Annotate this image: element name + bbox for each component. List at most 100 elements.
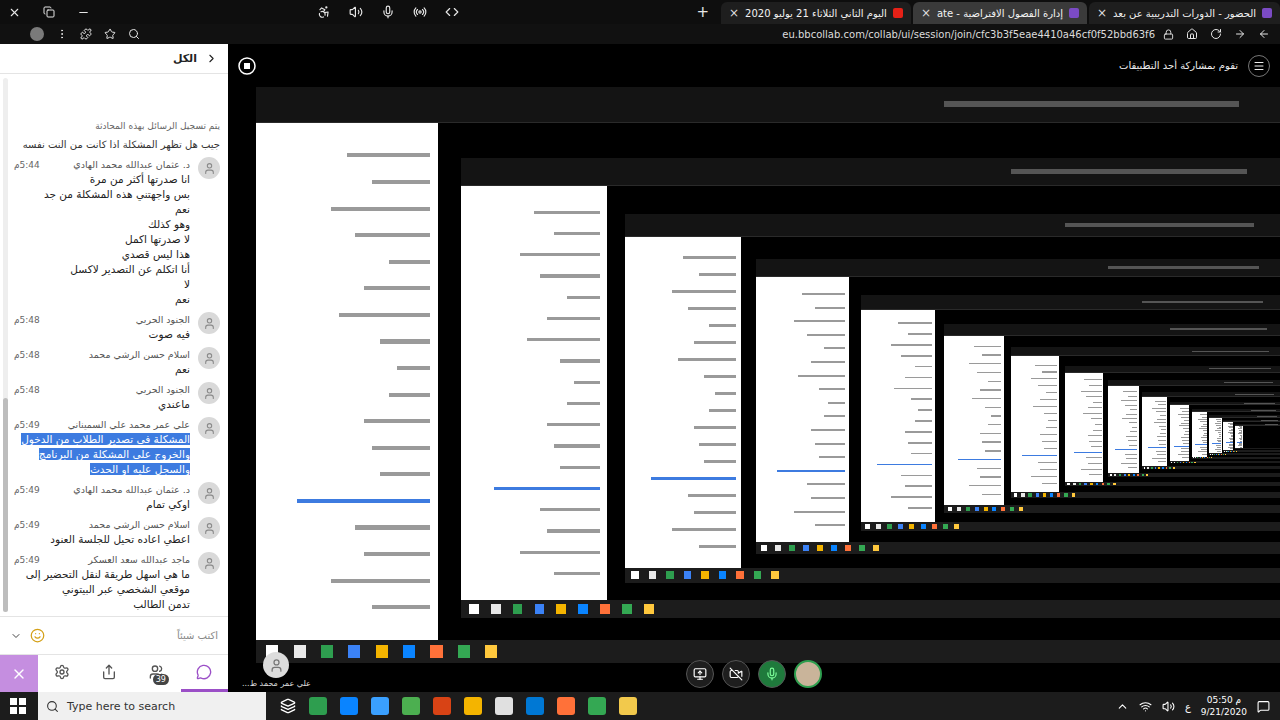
taskbar: Type here to search ع 05:50 م9/21/2020 — [0, 692, 1280, 720]
reload-icon[interactable] — [1210, 28, 1222, 40]
app-icon[interactable] — [433, 697, 451, 715]
settings-tab[interactable] — [38, 655, 86, 692]
shared-chat-panel — [461, 186, 607, 600]
browser-tab[interactable]: إدارة الفصول الافتراضية - ate× — [913, 2, 1087, 24]
close-panel-button[interactable] — [0, 655, 38, 692]
url-field[interactable]: eu.bbcollab.com/collab/ui/session/join/c… — [782, 29, 1155, 40]
gear-icon[interactable] — [54, 664, 70, 680]
message-text: لا صدرتها اكمل — [14, 232, 190, 247]
shared-chat-panel — [256, 123, 438, 640]
tab-close-button[interactable]: × — [1097, 6, 1107, 20]
shared-content — [228, 87, 1280, 692]
bookmark-star-icon[interactable] — [104, 28, 116, 40]
app-icon[interactable] — [340, 697, 358, 715]
tray-chevron-icon[interactable] — [1116, 700, 1129, 713]
windows-logo-icon[interactable] — [10, 698, 26, 714]
language-indicator[interactable]: ع — [1185, 701, 1191, 712]
shared-browser-bar — [1011, 347, 1279, 356]
task-view-icon[interactable] — [280, 698, 296, 714]
tab-close-button[interactable]: × — [921, 6, 931, 20]
app-icon[interactable] — [495, 697, 513, 715]
app-icon[interactable] — [588, 697, 606, 715]
message-author: ماجد عبدالله سعد العسكر — [88, 552, 190, 567]
attendees-tab[interactable]: 39 — [133, 655, 181, 692]
app-icon[interactable] — [371, 697, 389, 715]
app-icon[interactable] — [402, 697, 420, 715]
avatar-icon — [198, 312, 220, 334]
camera-off-icon[interactable] — [729, 667, 743, 681]
close-window-icon[interactable] — [8, 6, 21, 19]
share-screen-icon[interactable] — [693, 667, 707, 681]
session-menu-button[interactable] — [1248, 55, 1270, 77]
chat-panel: الكليتم تسجيل الرسائل بهذه المحادثةجيب ه… — [0, 44, 228, 692]
shared-screen — [1065, 366, 1280, 487]
shared-browser-bar — [256, 87, 1280, 123]
shared-screen — [625, 214, 1280, 583]
dropdown-icon[interactable] — [10, 630, 22, 642]
chat-tab[interactable] — [181, 655, 229, 692]
shared-screen — [1209, 415, 1279, 455]
code-icon[interactable] — [445, 5, 459, 19]
tab-close-button[interactable]: × — [729, 6, 739, 20]
profile-icon[interactable] — [30, 27, 44, 41]
stop-share-icon[interactable] — [238, 57, 256, 75]
chat-bubble-icon[interactable] — [196, 664, 212, 680]
share-content-button[interactable] — [686, 660, 714, 688]
shared-chat-panel — [1170, 405, 1190, 461]
message-time: 5:49م — [14, 555, 40, 565]
notifications-icon[interactable] — [1257, 700, 1270, 713]
microphone-icon[interactable] — [381, 5, 395, 19]
session-controls — [686, 660, 822, 688]
shared-taskbar — [461, 600, 1280, 618]
microphone-button[interactable] — [758, 660, 786, 688]
shared-taskbar — [861, 522, 1280, 531]
minimize-window-icon[interactable] — [77, 6, 90, 19]
shared-taskbar — [1065, 482, 1280, 487]
camera-button[interactable] — [722, 660, 750, 688]
shared-chat-panel — [756, 277, 849, 542]
close-icon[interactable] — [11, 666, 27, 682]
avatar-icon — [198, 382, 220, 404]
back-chevron-icon[interactable] — [205, 52, 218, 65]
volume-icon[interactable] — [1162, 700, 1175, 713]
network-icon[interactable] — [1139, 700, 1152, 713]
taskbar-search[interactable]: Type here to search — [38, 692, 266, 720]
shared-taskbar — [1209, 453, 1279, 455]
browser-tab[interactable]: الحضور - الدورات التدريبية عن بعد× — [1089, 2, 1280, 24]
message-author: د. عثمان عبدالله محمد الهادي — [73, 157, 190, 172]
my-status-avatar-icon[interactable] — [794, 660, 822, 688]
home-icon[interactable] — [1186, 28, 1198, 40]
search-icon[interactable] — [128, 28, 140, 40]
emoji-icon[interactable] — [30, 628, 45, 643]
shared-screen — [1108, 380, 1280, 477]
new-tab-button[interactable]: + — [686, 3, 719, 21]
restore-window-icon[interactable] — [43, 6, 55, 18]
share-icon[interactable] — [101, 664, 117, 680]
reader-icon[interactable] — [317, 5, 331, 19]
shared-chat-panel — [1142, 397, 1166, 466]
app-icon[interactable] — [464, 697, 482, 715]
message-text: اوكي تمام — [14, 497, 190, 512]
shared-taskbar — [944, 505, 1280, 513]
menu-icon[interactable] — [1253, 60, 1265, 72]
address-row: eu.bbcollab.com/collab/ui/session/join/c… — [0, 24, 1280, 44]
scrollbar[interactable] — [3, 78, 8, 612]
clock[interactable]: 05:50 م9/21/2020 — [1201, 694, 1247, 718]
microphone-icon[interactable] — [765, 667, 779, 681]
share-tab[interactable] — [86, 655, 134, 692]
back-arrow-icon[interactable] — [1258, 28, 1270, 40]
menu-dots-icon[interactable] — [56, 28, 68, 40]
message-author: الجنود الحربي — [136, 312, 190, 327]
browser-tab[interactable]: اليوم الثاني الثلاثاء 21 يوليو 2020× — [721, 2, 911, 24]
app-icon[interactable] — [526, 697, 544, 715]
app-icon[interactable] — [557, 697, 575, 715]
extensions-icon[interactable] — [80, 28, 92, 40]
app-icon[interactable] — [619, 697, 637, 715]
broadcast-icon[interactable] — [413, 5, 427, 19]
avatar-icon — [198, 347, 220, 369]
forward-arrow-icon[interactable] — [1234, 28, 1246, 40]
chat-input[interactable]: اكتب شيئاً — [0, 616, 228, 654]
speaker-icon[interactable] — [349, 5, 363, 19]
message-text: وهو كذلك — [14, 217, 190, 232]
app-icon[interactable] — [309, 697, 327, 715]
